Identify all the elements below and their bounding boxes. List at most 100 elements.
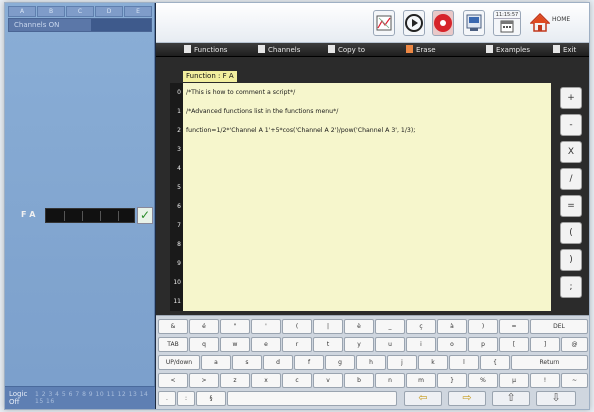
key[interactable]: % bbox=[468, 373, 498, 388]
key[interactable]: } bbox=[437, 373, 467, 388]
key[interactable]: t bbox=[313, 337, 343, 352]
return-key[interactable]: Return bbox=[511, 355, 588, 370]
key[interactable]: o bbox=[437, 337, 467, 352]
key[interactable]: à bbox=[437, 319, 467, 334]
memory-button[interactable] bbox=[463, 10, 485, 36]
channel-tab-d[interactable]: D bbox=[95, 6, 123, 17]
tab-key[interactable]: TAB bbox=[158, 337, 188, 352]
key[interactable]: é bbox=[189, 319, 219, 334]
key[interactable]: a bbox=[201, 355, 231, 370]
key[interactable]: b bbox=[344, 373, 374, 388]
key[interactable]: ] bbox=[530, 337, 560, 352]
key[interactable]: ç bbox=[406, 319, 436, 334]
plus-button[interactable]: + bbox=[560, 87, 582, 109]
on-screen-keyboard: & é " ' ( | è _ ç à ) = DEL TAB q w e r … bbox=[156, 315, 589, 409]
editor-area: Function : F A 0 1 2 3 4 5 6 7 8 9 10 11… bbox=[156, 57, 589, 315]
function-enable-checkbox[interactable]: ✓ bbox=[137, 207, 153, 224]
key[interactable]: ! bbox=[530, 373, 560, 388]
menu-functions[interactable]: Functions bbox=[184, 45, 227, 54]
key[interactable]: c bbox=[282, 373, 312, 388]
key[interactable]: _ bbox=[375, 319, 405, 334]
menu-channels[interactable]: Channels bbox=[258, 45, 300, 54]
home-button[interactable]: HOME bbox=[530, 10, 570, 36]
key[interactable]: s bbox=[232, 355, 262, 370]
space-key[interactable] bbox=[227, 391, 397, 406]
key[interactable]: k bbox=[418, 355, 448, 370]
key[interactable]: > bbox=[189, 373, 219, 388]
semicolon-button[interactable]: ; bbox=[560, 276, 582, 298]
key[interactable]: e bbox=[251, 337, 281, 352]
logic-channel-numbers: 1 2 3 4 5 6 7 8 9 10 11 12 13 14 15 16 bbox=[35, 391, 149, 405]
channels-on-bar[interactable]: Channels ON bbox=[8, 18, 152, 32]
minus-button[interactable]: - bbox=[560, 114, 582, 136]
key[interactable]: n bbox=[375, 373, 405, 388]
line-number: 5 bbox=[177, 184, 181, 191]
logic-label[interactable]: Logic Off bbox=[9, 390, 27, 406]
key[interactable]: [ bbox=[499, 337, 529, 352]
channel-tab-e[interactable]: E bbox=[124, 6, 152, 17]
divide-button[interactable]: / bbox=[560, 168, 582, 190]
key[interactable]: v bbox=[313, 373, 343, 388]
key[interactable]: : bbox=[177, 391, 195, 406]
run-button[interactable] bbox=[403, 10, 425, 36]
key[interactable]: h bbox=[356, 355, 386, 370]
key[interactable]: µ bbox=[499, 373, 529, 388]
arrow-up-icon[interactable]: ⇧ bbox=[492, 391, 530, 406]
key[interactable]: ( bbox=[282, 319, 312, 334]
key[interactable]: g bbox=[325, 355, 355, 370]
key[interactable]: ~ bbox=[561, 373, 588, 388]
key[interactable]: ' bbox=[251, 319, 281, 334]
key[interactable]: w bbox=[220, 337, 250, 352]
key[interactable]: ) bbox=[468, 319, 498, 334]
function-label: F A bbox=[21, 210, 36, 219]
open-paren-button[interactable]: ( bbox=[560, 222, 582, 244]
zoom-button[interactable] bbox=[373, 10, 395, 36]
arrow-right-icon[interactable]: ⇨ bbox=[448, 391, 486, 406]
script-editor[interactable]: /*This is how to comment a script*/ /*Ad… bbox=[183, 83, 551, 311]
key[interactable]: " bbox=[220, 319, 250, 334]
key[interactable]: § bbox=[196, 391, 226, 406]
line-number: 0 bbox=[177, 89, 181, 96]
key[interactable]: . bbox=[158, 391, 176, 406]
menu-erase-label: Erase bbox=[416, 46, 436, 54]
close-paren-button[interactable]: ) bbox=[560, 249, 582, 271]
menu-erase[interactable]: Erase bbox=[406, 45, 436, 54]
key[interactable]: m bbox=[406, 373, 436, 388]
key[interactable]: = bbox=[499, 319, 529, 334]
key[interactable]: z bbox=[220, 373, 250, 388]
key[interactable]: x bbox=[251, 373, 281, 388]
key[interactable]: d bbox=[263, 355, 293, 370]
key[interactable]: < bbox=[158, 373, 188, 388]
clock-button[interactable]: 11:15:57 bbox=[493, 10, 521, 36]
arrow-left-icon[interactable]: ⇦ bbox=[404, 391, 442, 406]
code-line: /*This is how to comment a script*/ bbox=[186, 89, 296, 96]
menu-bar: Functions Channels Copy to Erase Example… bbox=[156, 43, 589, 57]
key[interactable]: i bbox=[406, 337, 436, 352]
record-button[interactable] bbox=[432, 10, 454, 36]
key[interactable]: q bbox=[189, 337, 219, 352]
multiply-button[interactable]: X bbox=[560, 141, 582, 163]
function-display[interactable] bbox=[45, 208, 135, 223]
channel-tab-a[interactable]: A bbox=[8, 6, 36, 17]
key[interactable]: l bbox=[449, 355, 479, 370]
key[interactable]: { bbox=[480, 355, 510, 370]
key[interactable]: & bbox=[158, 319, 188, 334]
channel-tab-b[interactable]: B bbox=[37, 6, 65, 17]
equals-button[interactable]: = bbox=[560, 195, 582, 217]
key[interactable]: u bbox=[375, 337, 405, 352]
key[interactable]: r bbox=[282, 337, 312, 352]
channel-tab-c[interactable]: C bbox=[66, 6, 94, 17]
arrow-down-icon[interactable]: ⇩ bbox=[536, 391, 576, 406]
menu-exit[interactable]: Exit bbox=[553, 45, 576, 54]
key[interactable]: è bbox=[344, 319, 374, 334]
shift-up-down-key[interactable]: UP/down bbox=[158, 355, 200, 370]
key[interactable]: | bbox=[313, 319, 343, 334]
key[interactable]: y bbox=[344, 337, 374, 352]
menu-examples[interactable]: Examples bbox=[486, 45, 530, 54]
key[interactable]: @ bbox=[561, 337, 588, 352]
delete-key[interactable]: DEL bbox=[530, 319, 588, 334]
menu-copy-to[interactable]: Copy to bbox=[328, 45, 365, 54]
key[interactable]: j bbox=[387, 355, 417, 370]
key[interactable]: p bbox=[468, 337, 498, 352]
key[interactable]: f bbox=[294, 355, 324, 370]
